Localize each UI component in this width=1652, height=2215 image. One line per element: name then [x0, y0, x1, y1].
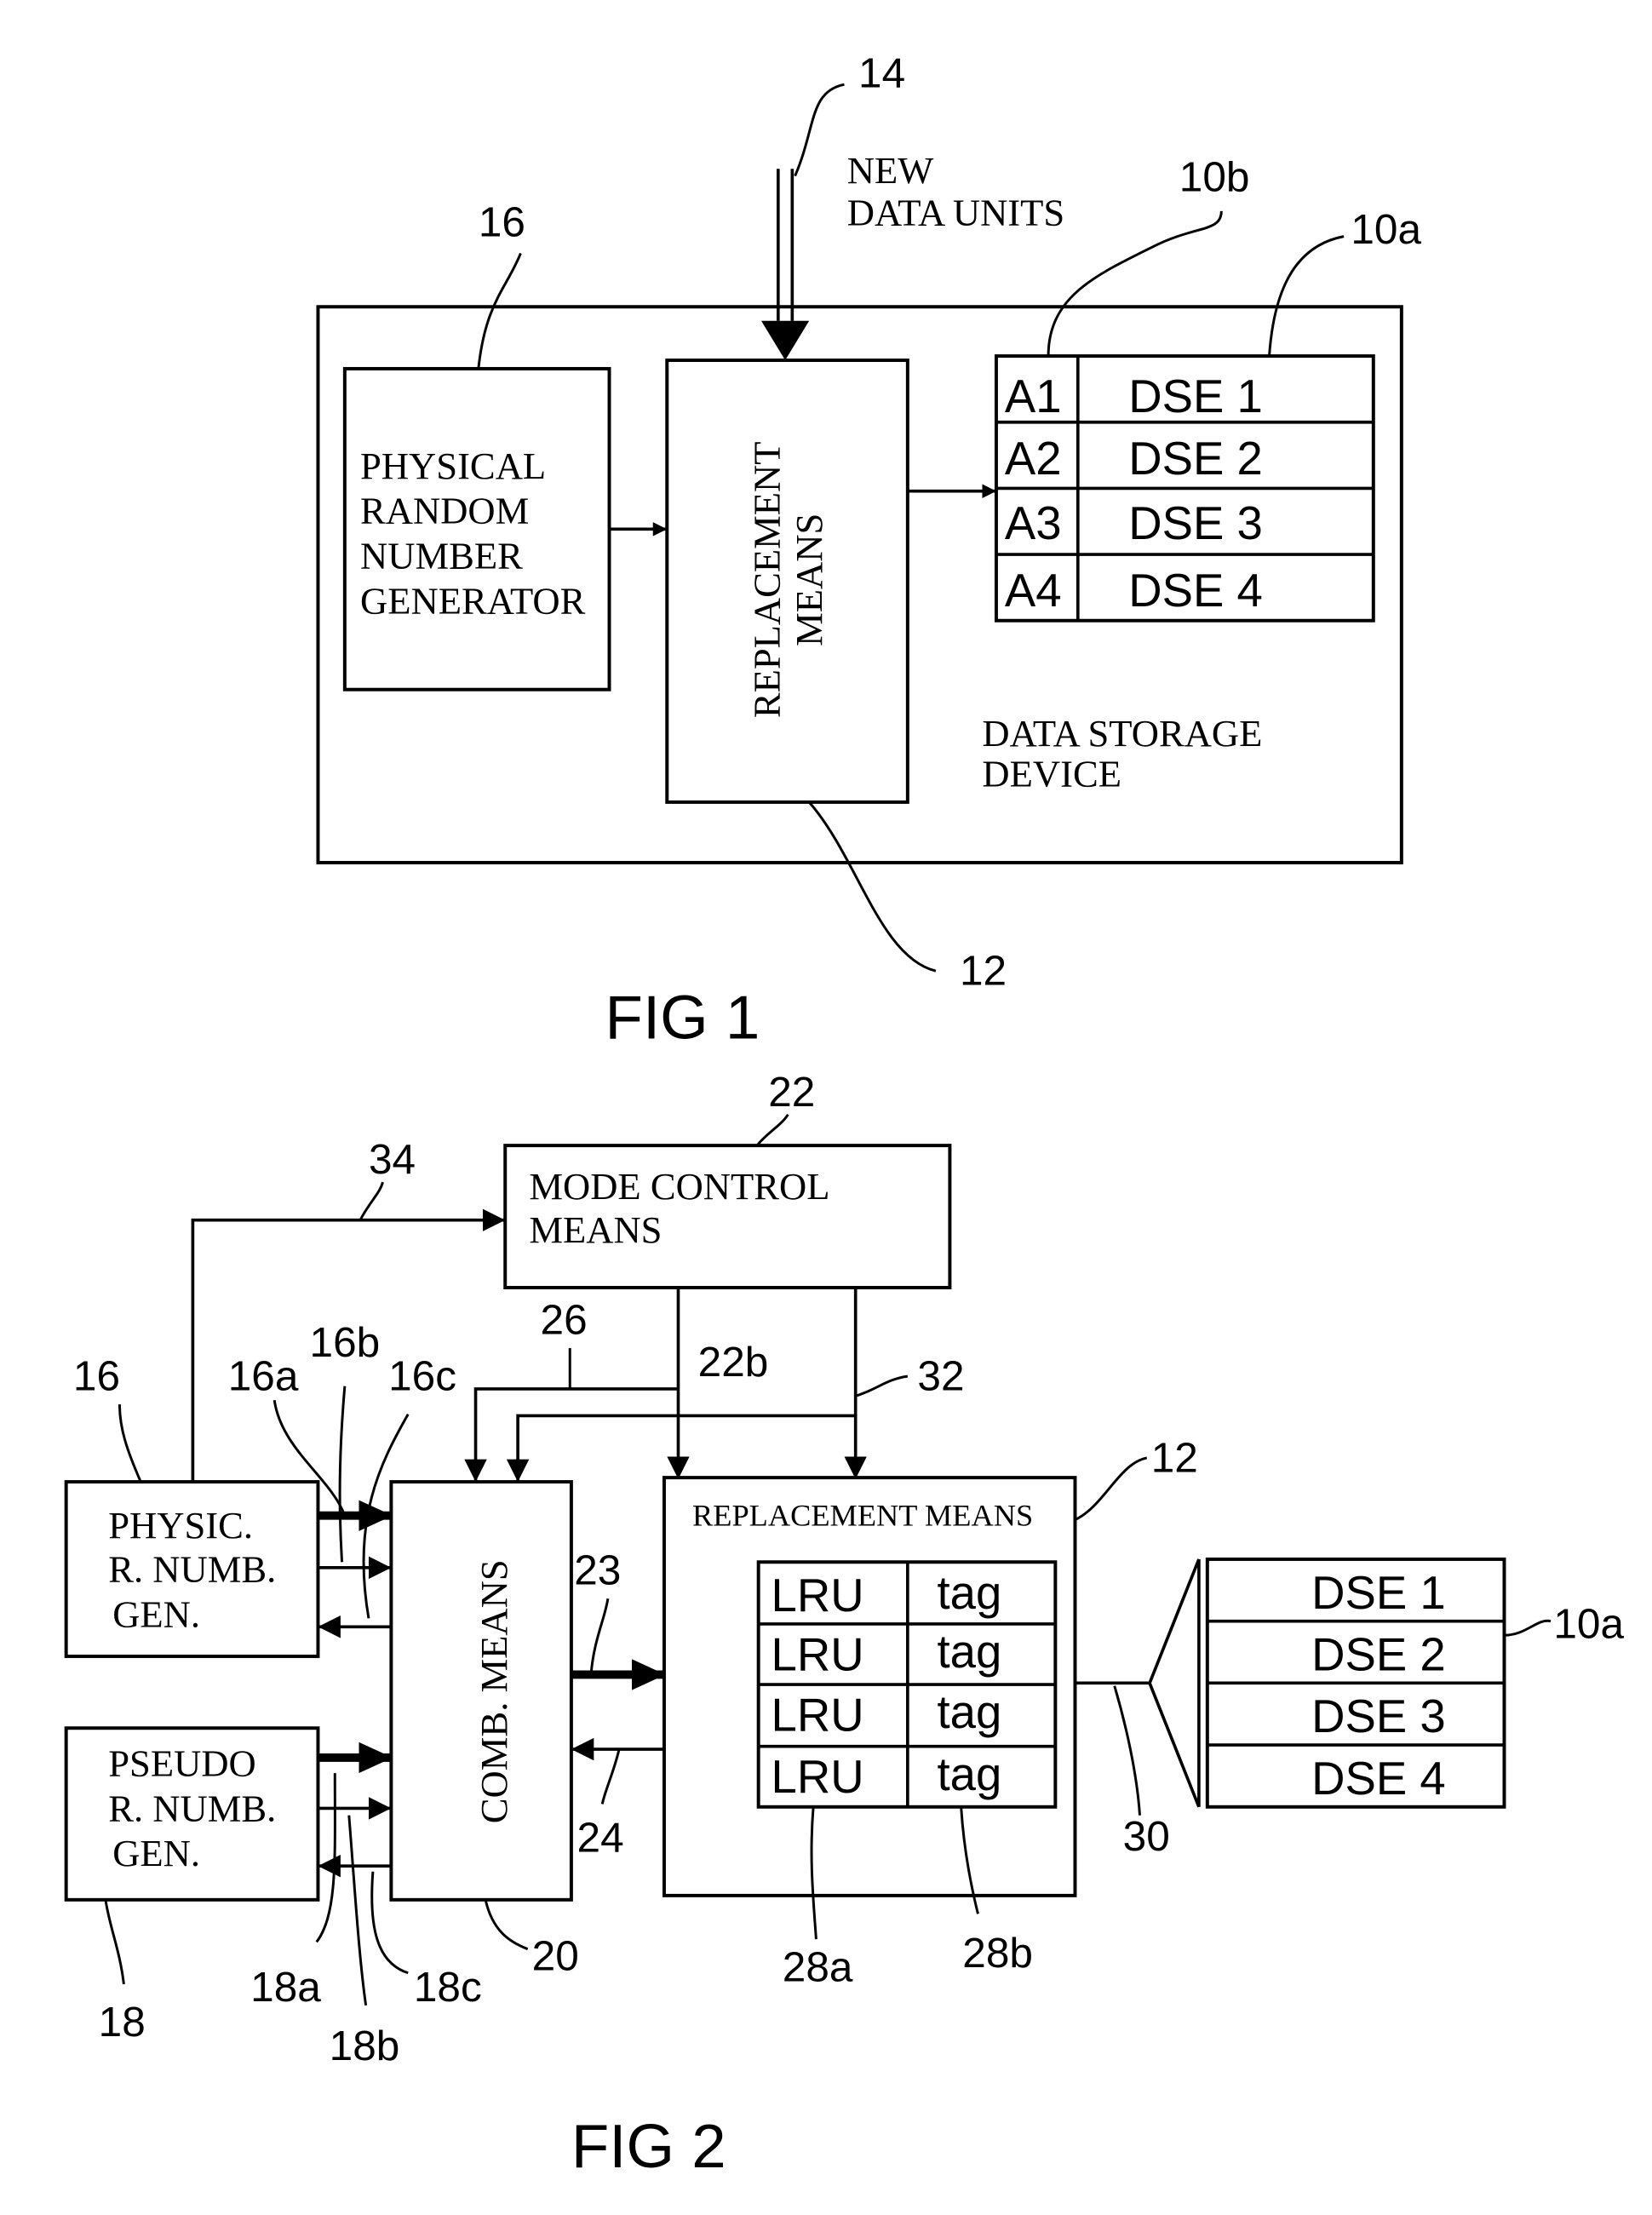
dse-cell: DSE 2 [1128, 433, 1263, 485]
replacement-means-title: REPLACEMENT MEANS [692, 1498, 1033, 1532]
tag-cell: tag [938, 1567, 1002, 1619]
ref-12: 12 [1151, 1433, 1198, 1481]
prng-line1: PHYSICAL [360, 445, 546, 487]
leader-34 [359, 1181, 384, 1221]
ref-12: 12 [960, 947, 1007, 995]
line-32-branch [506, 1414, 856, 1483]
ref-18: 18 [99, 1998, 146, 2046]
fig1-caption: FIG 1 [605, 984, 760, 1053]
comb-means-label: COMB. MEANS [473, 1559, 515, 1823]
lru-cell: LRU [772, 1628, 864, 1680]
ref-24: 24 [577, 1814, 624, 1862]
figure-1: DATA STORAGE DEVICE 14 NEW DATA UNITS PH… [316, 49, 1422, 1053]
dse-cell: DSE 3 [1311, 1690, 1446, 1742]
mode-control-line1: MODE CONTROL [529, 1165, 829, 1208]
address-dse-table: A1 A2 A3 A4 DSE 1 DSE 2 DSE 3 DSE 4 [994, 354, 1375, 623]
dse-cell: DSE 4 [1128, 565, 1263, 617]
ref-10a: 10a [1351, 205, 1421, 253]
ref-16b: 16b [310, 1318, 381, 1366]
ref-10a: 10a [1553, 1599, 1624, 1647]
tag-cell: tag [938, 1748, 1002, 1800]
lru-cell: LRU [772, 1690, 864, 1742]
pseudo-gen-line2: R. NUMB. [108, 1787, 276, 1829]
mode-control-line2: MEANS [529, 1208, 662, 1251]
ref-23: 23 [574, 1546, 621, 1594]
replacement-line1: REPLACEMENT [745, 441, 788, 718]
leader-10a [1504, 1619, 1552, 1637]
addr-cell: A4 [1005, 565, 1062, 617]
ref-32: 32 [917, 1352, 964, 1400]
leader-12 [1074, 1456, 1148, 1522]
tag-cell: tag [938, 1626, 1002, 1678]
leader-14 [794, 83, 845, 177]
addr-cell: A3 [1005, 497, 1062, 549]
fig2-caption: FIG 2 [571, 2112, 726, 2181]
replacement-line2: MEANS [788, 514, 830, 646]
leader-23 [589, 1598, 610, 1675]
ref-34: 34 [369, 1135, 416, 1183]
ref-10b: 10b [1179, 153, 1250, 201]
prng-line3: NUMBER [360, 535, 523, 577]
ref-16: 16 [73, 1352, 120, 1400]
lru-tag-table: LRU LRU LRU LRU tag tag tag tag [756, 1560, 1058, 1809]
ref-28a: 28a [783, 1943, 853, 1991]
figure-2: MODE CONTROL MEANS 22 34 22b 32 26 PHYSI… [64, 1068, 1624, 2181]
physic-gen-line1: PHYSIC. [108, 1504, 253, 1546]
dse-table: DSE 1 DSE 2 DSE 3 DSE 4 [1205, 1557, 1506, 1809]
leader-18 [104, 1899, 125, 1985]
leader-30 [1113, 1685, 1141, 1816]
ref-30: 30 [1123, 1812, 1170, 1860]
dse-cell: DSE 4 [1311, 1753, 1446, 1805]
ref-16a: 16a [228, 1352, 299, 1400]
addr-cell: A2 [1005, 433, 1062, 485]
line-26 [464, 1387, 679, 1483]
leader-20 [484, 1899, 529, 1951]
prng-line2: RANDOM [360, 490, 529, 532]
ref-14: 14 [858, 49, 905, 96]
leader-16 [118, 1404, 142, 1483]
leader-32 [855, 1374, 909, 1397]
ref-22: 22 [768, 1068, 815, 1116]
dse-cell: DSE 2 [1311, 1628, 1446, 1680]
ref-20: 20 [532, 1931, 579, 1979]
lru-cell: LRU [772, 1569, 864, 1621]
physic-gen-line3: GEN. [112, 1592, 200, 1635]
ref-16: 16 [479, 198, 525, 246]
leader-24 [600, 1748, 621, 1805]
lru-cell: LRU [772, 1751, 864, 1803]
prng-line4: GENERATOR [360, 579, 586, 622]
pseudo-gen-line3: GEN. [112, 1832, 200, 1874]
ref-18c: 18c [414, 1963, 482, 2011]
ref-16c: 16c [388, 1352, 456, 1400]
ref-28b: 28b [962, 1929, 1033, 1977]
dse-cell: DSE 1 [1128, 370, 1263, 422]
ref-26: 26 [541, 1296, 588, 1344]
leader-22 [755, 1113, 789, 1147]
device-label-line1: DATA STORAGE [982, 712, 1262, 755]
ref-18b: 18b [330, 2022, 400, 2069]
patent-drawing: DATA STORAGE DEVICE 14 NEW DATA UNITS PH… [64, 49, 1624, 2181]
pseudo-gen-line1: PSEUDO [108, 1742, 256, 1784]
bus-30-fan [1148, 1558, 1201, 1808]
ref-18a: 18a [250, 1963, 321, 2011]
physic-gen-line2: R. NUMB. [108, 1547, 276, 1590]
dse-cell: DSE 1 [1311, 1567, 1446, 1619]
leader-18b [347, 1815, 368, 2006]
tag-cell: tag [938, 1686, 1002, 1738]
ref-22b: 22b [698, 1338, 769, 1386]
input-label-line2: DATA UNITS [847, 191, 1064, 233]
addr-cell: A1 [1005, 370, 1062, 422]
dse-cell: DSE 3 [1128, 497, 1263, 549]
leader-16b [338, 1386, 347, 1563]
device-label-line2: DEVICE [982, 753, 1121, 795]
input-label-line1: NEW [847, 149, 934, 192]
